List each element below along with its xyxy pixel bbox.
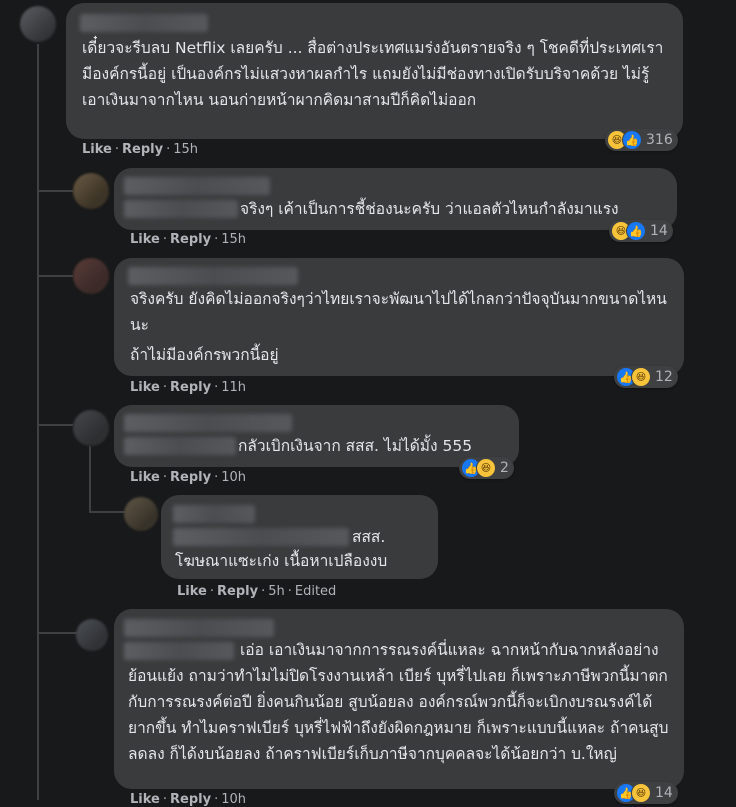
comment-text: เอ่อ เอาเงินมาจากการรณรงค์นี่แหละ ฉากหน้… xyxy=(128,641,669,763)
like-reaction-icon: 👍 xyxy=(626,221,646,241)
like-link[interactable]: Like xyxy=(130,470,160,485)
author-name[interactable] xyxy=(124,619,274,637)
reaction-summary[interactable]: 😆 👍 14 xyxy=(609,220,673,242)
reaction-count: 14 xyxy=(655,785,673,801)
avatar[interactable] xyxy=(73,173,109,209)
like-link[interactable]: Like xyxy=(177,584,207,599)
comment-text: จริงครับ ยังคิดไม่ออกจริงๆว่าไทยเราจะพัฒ… xyxy=(130,290,667,334)
reply-link[interactable]: Reply xyxy=(170,380,211,395)
timestamp[interactable]: 11h xyxy=(221,380,246,395)
reaction-count: 316 xyxy=(646,132,673,148)
reaction-count: 2 xyxy=(500,460,509,476)
comment-bubble: จริงๆ เค้าเป็นการชี้ช่องนะครับ ว่าแอลตัว… xyxy=(114,168,677,230)
nested-thread-line xyxy=(89,446,91,512)
comment-bubble: สสส. โฆษณาแซะเก่ง เนื้อหาเปลืองงบ xyxy=(161,495,438,579)
reply-link[interactable]: Reply xyxy=(170,232,211,247)
timestamp[interactable]: 10h xyxy=(221,470,246,485)
reply-link[interactable]: Reply xyxy=(217,584,258,599)
comment-text: เดี๋ยวจะรีบลบ Netflix เลยครับ ... สื่อต่… xyxy=(82,39,664,109)
reply-link[interactable]: Reply xyxy=(122,142,163,157)
avatar[interactable] xyxy=(73,258,109,294)
thread-connector xyxy=(37,190,73,192)
comment-text: กลัวเบิกเงินจาก สสส. ไม่ได้มั้ง 555 xyxy=(238,437,473,455)
author-name[interactable] xyxy=(124,414,292,432)
comment-actions: Like · Reply · 15h xyxy=(130,232,246,247)
reaction-count: 14 xyxy=(650,223,668,239)
author-name[interactable] xyxy=(173,505,255,523)
comment-text-line: โฆษณาแซะเก่ง เนื้อหาเปลืองงบ xyxy=(175,552,388,570)
like-reaction-icon: 👍 xyxy=(622,130,642,150)
reaction-summary[interactable]: 😆 👍 316 xyxy=(605,129,678,151)
like-link[interactable]: Like xyxy=(130,232,160,247)
reaction-summary[interactable]: 👍 😆 2 xyxy=(459,457,514,479)
author-name[interactable] xyxy=(124,177,270,195)
comment-bubble: จริงครับ ยังคิดไม่ออกจริงๆว่าไทยเราจะพัฒ… xyxy=(114,258,684,376)
thread-connector xyxy=(37,275,73,277)
edited-label[interactable]: Edited xyxy=(295,584,336,599)
comment-bubble: เดี๋ยวจะรีบลบ Netflix เลยครับ ... สื่อต่… xyxy=(66,3,683,139)
author-name-tag[interactable] xyxy=(124,200,238,218)
comment-text: จริงๆ เค้าเป็นการชี้ช่องนะครับ ว่าแอลตัว… xyxy=(240,200,619,218)
comment-text: สสส. xyxy=(352,528,386,546)
timestamp[interactable]: 15h xyxy=(173,142,198,157)
haha-reaction-icon: 😆 xyxy=(476,458,496,478)
thread-connector xyxy=(37,632,77,634)
author-name-tag[interactable] xyxy=(173,528,349,546)
comment-actions: Like · Reply · 15h xyxy=(82,142,198,157)
reaction-count: 12 xyxy=(655,369,673,385)
haha-reaction-icon: 😆 xyxy=(631,783,651,803)
avatar[interactable] xyxy=(76,619,108,651)
avatar[interactable] xyxy=(73,410,109,446)
thread-connector xyxy=(89,511,125,513)
reaction-summary[interactable]: 👍 😆 12 xyxy=(614,366,678,388)
comment-actions: Like · Reply · 11h xyxy=(130,380,246,395)
comment-bubble: เอ่อ เอาเงินมาจากการรณรงค์นี่แหละ ฉากหน้… xyxy=(114,609,684,789)
like-link[interactable]: Like xyxy=(82,142,112,157)
reaction-summary[interactable]: 👍 😆 14 xyxy=(614,782,678,804)
reply-link[interactable]: Reply xyxy=(170,470,211,485)
comment-actions: Like · Reply · 10h xyxy=(130,470,246,485)
author-name-tag[interactable] xyxy=(124,437,236,455)
author-name[interactable] xyxy=(80,14,208,32)
haha-reaction-icon: 😆 xyxy=(631,367,651,387)
comment-bubble: กลัวเบิกเงินจาก สสส. ไม่ได้มั้ง 555 xyxy=(114,405,519,467)
comment-text-paragraph: ถ้าไม่มีองค์กรพวกนี้อยู่ xyxy=(130,346,279,364)
thread-connector xyxy=(37,424,73,426)
timestamp[interactable]: 5h xyxy=(268,584,285,599)
avatar[interactable] xyxy=(124,497,158,531)
comment-actions: Like · Reply · 5h · Edited xyxy=(177,584,337,599)
like-link[interactable]: Like xyxy=(130,380,160,395)
thread-line xyxy=(37,44,39,800)
avatar[interactable] xyxy=(20,6,56,42)
author-name[interactable] xyxy=(128,267,298,285)
timestamp[interactable]: 15h xyxy=(221,232,246,247)
